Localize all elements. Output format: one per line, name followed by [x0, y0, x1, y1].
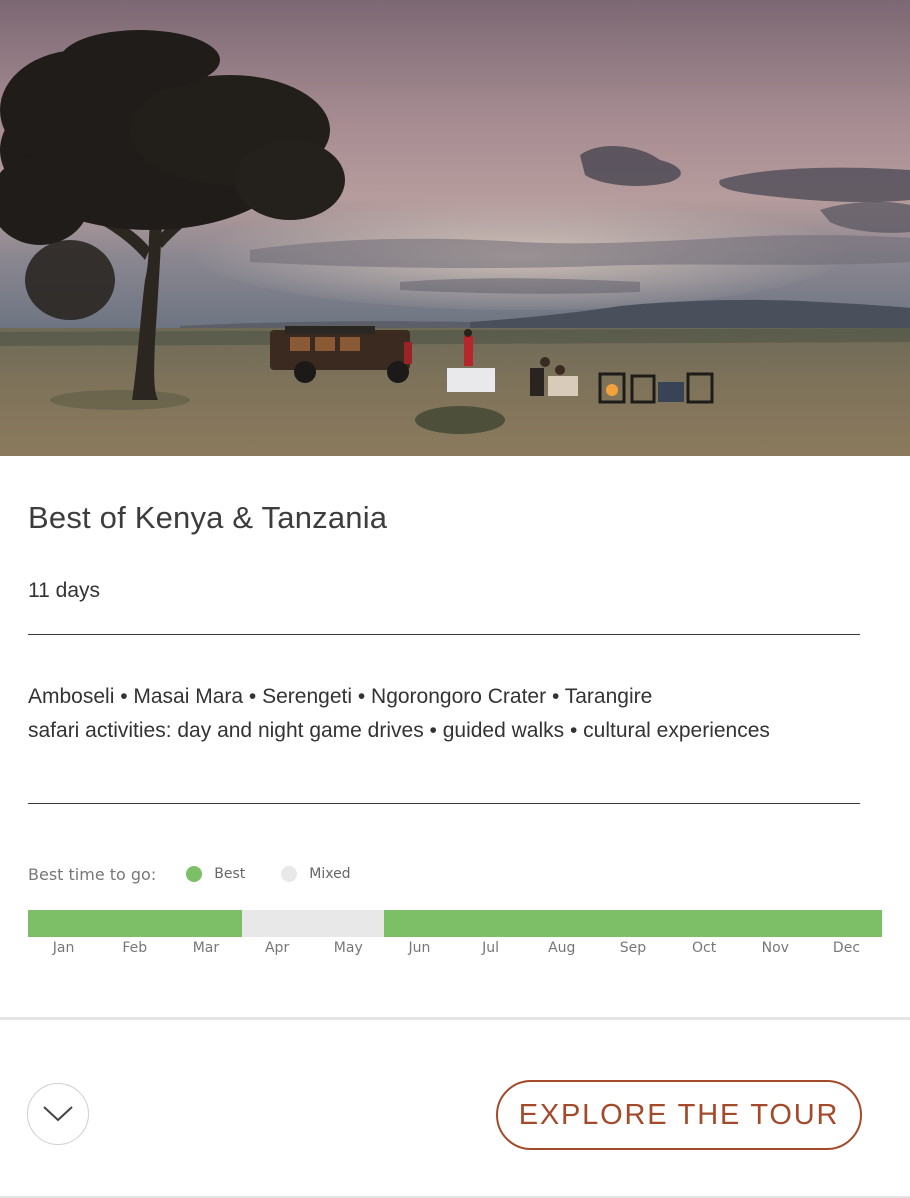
legend-best-label: Best [214, 866, 246, 882]
month-cell-nov [739, 910, 811, 937]
safari-landscape-illustration [0, 0, 910, 456]
month-label-jul: Jul [482, 940, 500, 956]
month-cell-feb [99, 910, 171, 937]
chevron-down-icon [43, 1106, 73, 1122]
month-label-aug: Aug [548, 940, 576, 956]
best-dot-icon [186, 866, 203, 882]
month-cell-oct [668, 910, 740, 937]
month-cell-jun [383, 910, 456, 937]
month-calendar-bar [28, 910, 883, 937]
month-cell-may [312, 910, 384, 937]
month-cell-dec [810, 910, 883, 937]
month-cell-mar [170, 910, 242, 937]
month-label-feb: Feb [122, 940, 148, 956]
best-time-label: Best time to go: [28, 864, 157, 884]
tour-duration: 11 days [28, 579, 100, 602]
legend-item-mixed: Mixed [281, 866, 351, 882]
month-cell-jul [455, 910, 527, 937]
legend-item-best: Best [186, 866, 245, 882]
month-label-dec: Dec [832, 940, 861, 956]
month-label-mar: Mar [192, 940, 220, 956]
divider-line [28, 803, 860, 804]
legend-mixed-label: Mixed [309, 866, 351, 882]
month-label-nov: Nov [761, 940, 789, 956]
tour-activities: safari activities: day and night game dr… [28, 719, 770, 742]
section-divider [0, 1017, 910, 1020]
hero-image [0, 0, 910, 456]
tour-destinations: Amboseli • Masai Mara • Serengeti • Ngor… [28, 685, 653, 708]
tour-title: Best of Kenya & Tanzania [28, 500, 388, 535]
month-label-may: May [333, 940, 363, 956]
month-label-sep: Sep [619, 940, 647, 956]
divider-line [28, 634, 860, 635]
expand-toggle-button[interactable] [27, 1083, 89, 1145]
month-cell-apr [241, 910, 313, 937]
tour-highlights: Amboseli • Masai Mara • Serengeti • Ngor… [28, 680, 770, 748]
month-label-oct: Oct [692, 940, 717, 956]
month-cell-aug [526, 910, 598, 937]
month-labels: Jan Feb Mar Apr May Jun Jul Aug Sep Oct Nov Dec [28, 940, 882, 956]
explore-tour-button[interactable]: EXPLORE THE TOUR [496, 1080, 862, 1150]
month-label-apr: Apr [264, 940, 290, 956]
month-cell-sep [597, 910, 669, 937]
mixed-dot-icon [281, 866, 298, 882]
best-time-legend: Best time to go: Best Mixed [28, 862, 387, 886]
month-cell-jan [28, 910, 100, 937]
month-label-jun: Jun [408, 940, 431, 956]
month-label-jan: Jan [52, 940, 75, 956]
